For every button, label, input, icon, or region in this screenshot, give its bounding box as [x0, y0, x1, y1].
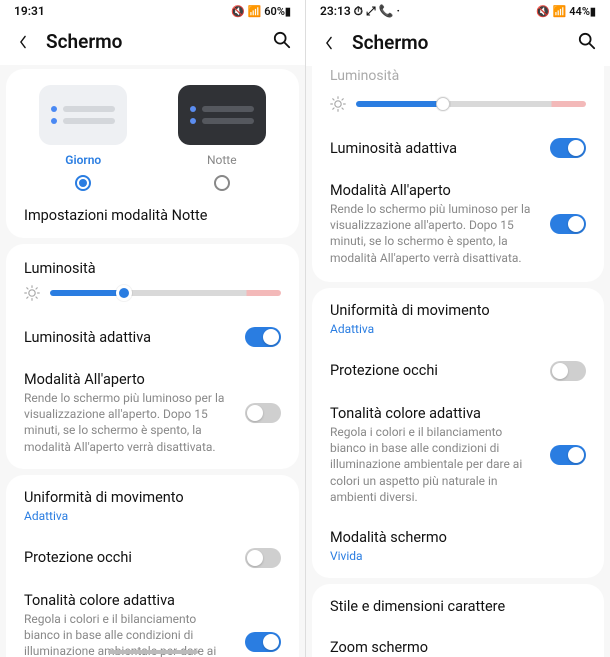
scroll-area[interactable]: Giorno Notte Impostazioni modalità Notte… [0, 65, 305, 657]
theme-day-label: Giorno [65, 153, 101, 167]
zoom-row[interactable]: Zoom schermo [312, 627, 604, 657]
adaptive-brightness-row[interactable]: Luminosità adattiva [6, 315, 299, 359]
brightness-heading-faded: Luminosità [312, 66, 604, 90]
brightness-row [6, 279, 299, 315]
brightness-row [312, 90, 604, 126]
outdoor-mode-toggle[interactable] [550, 214, 586, 234]
adaptive-brightness-toggle[interactable] [245, 327, 281, 347]
search-icon[interactable] [273, 31, 291, 53]
eye-comfort-toggle[interactable] [245, 548, 281, 568]
nav-handle[interactable] [108, 650, 198, 654]
outdoor-mode-row[interactable]: Modalità All'aperto Rende lo schermo più… [312, 170, 604, 278]
brightness-heading: Luminosità [6, 246, 299, 279]
adaptive-color-row[interactable]: Tonalità colore adattiva Regola i colori… [6, 580, 299, 657]
sun-icon [330, 96, 346, 112]
adaptive-color-toggle[interactable] [245, 632, 281, 652]
adaptive-color-toggle[interactable] [550, 445, 586, 465]
outdoor-mode-toggle[interactable] [245, 403, 281, 423]
theme-night[interactable]: Notte [178, 85, 266, 191]
eye-comfort-row[interactable]: Protezione occhi [312, 349, 604, 393]
theme-night-preview [178, 85, 266, 145]
theme-card: Giorno Notte Impostazioni modalità Notte [6, 69, 299, 238]
scroll-area[interactable]: Luminosità Luminosità adattiva Modalità … [306, 66, 610, 657]
screen-mode-row[interactable]: Modalità schermo Vivida [312, 517, 604, 576]
motion-smoothness-row[interactable]: Uniformità di movimento Adattiva [312, 290, 604, 349]
phone-right: 23:13 ⏱ ⤢ 📞 · 🔇 📶 44%▮ Schermo Luminosit… [305, 0, 610, 657]
status-icons: 🔇 📶 60%▮ [231, 5, 291, 18]
theme-day[interactable]: Giorno [39, 85, 127, 191]
brightness-thumb[interactable] [116, 285, 132, 301]
adaptive-brightness-row[interactable]: Luminosità adattiva [312, 126, 604, 170]
motion-smoothness-row[interactable]: Uniformità di movimento Adattiva [6, 477, 299, 536]
eye-comfort-toggle[interactable] [550, 361, 586, 381]
brightness-slider[interactable] [50, 290, 281, 296]
status-bar: 19:31 🔇 📶 60%▮ [0, 0, 305, 20]
extras-card: Stile e dimensioni carattere Zoom scherm… [312, 584, 604, 657]
status-time: 19:31 [14, 4, 45, 18]
theme-night-radio[interactable] [214, 175, 230, 191]
theme-day-radio[interactable] [75, 175, 91, 191]
status-icons: 🔇 📶 44%▮ [536, 5, 596, 18]
eye-comfort-row[interactable]: Protezione occhi [6, 536, 299, 580]
brightness-card: Luminosità Luminosità adattiva Modalità … [6, 244, 299, 469]
font-row[interactable]: Stile e dimensioni carattere [312, 586, 604, 627]
phone-left: 19:31 🔇 📶 60%▮ Schermo Giorno [0, 0, 305, 657]
back-icon[interactable] [14, 33, 32, 51]
page-title: Schermo [352, 31, 578, 54]
brightness-slider[interactable] [356, 101, 586, 107]
adaptive-brightness-toggle[interactable] [550, 138, 586, 158]
theme-day-preview [39, 85, 127, 145]
status-bar: 23:13 ⏱ ⤢ 📞 · 🔇 📶 44%▮ [306, 0, 610, 21]
page-title: Schermo [46, 30, 273, 53]
header: Schermo [306, 21, 610, 66]
brightness-thumb[interactable] [436, 97, 450, 111]
display-card: Uniformità di movimento Adattiva Protezi… [6, 475, 299, 657]
brightness-card: Luminosità Luminosità adattiva Modalità … [312, 66, 604, 282]
display-card: Uniformità di movimento Adattiva Protezi… [312, 288, 604, 578]
header: Schermo [0, 20, 305, 65]
status-time: 23:13 ⏱ ⤢ 📞 · [320, 4, 400, 19]
search-icon[interactable] [578, 32, 596, 54]
back-icon[interactable] [320, 34, 338, 52]
night-mode-settings[interactable]: Impostazioni modalità Notte [6, 195, 299, 236]
theme-night-label: Notte [207, 153, 237, 167]
sun-icon [24, 285, 40, 301]
adaptive-color-row[interactable]: Tonalità colore adattiva Regola i colori… [312, 393, 604, 517]
outdoor-mode-row[interactable]: Modalità All'aperto Rende lo schermo più… [6, 359, 299, 467]
